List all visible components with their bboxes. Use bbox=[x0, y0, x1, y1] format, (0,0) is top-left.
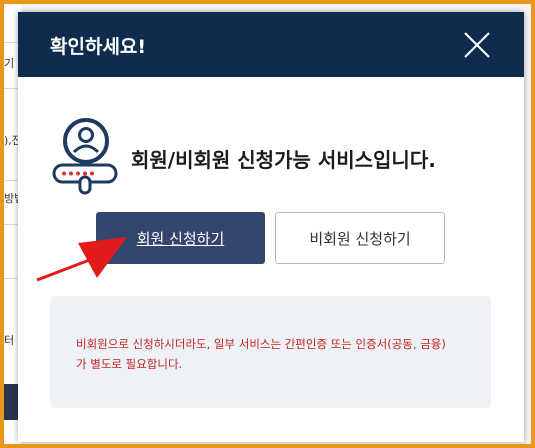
dialog-title: 확인하세요! bbox=[50, 36, 147, 58]
user-password-icon bbox=[52, 118, 118, 195]
close-button[interactable] bbox=[462, 30, 492, 60]
guest-apply-button[interactable]: 비회원 신청하기 bbox=[275, 212, 445, 264]
dialog-header: 확인하세요! bbox=[18, 12, 524, 77]
notice-box: 비회원으로 신청하시더라도, 일부 서비스는 간편인증 또는 인증서(공동, 금… bbox=[50, 296, 491, 408]
member-apply-button[interactable]: 회원 신청하기 bbox=[96, 212, 265, 264]
background-text: 터 bbox=[4, 334, 15, 347]
notice-line: 비회원으로 신청하시더라도, 일부 서비스는 간편인증 또는 인증서(공동, 금… bbox=[76, 337, 446, 351]
confirm-dialog: 확인하세요! 회원/비회원 신청가능 서비스입니다. 회원 신청하기 비회원 신… bbox=[18, 12, 524, 442]
background-text: 기 bbox=[4, 57, 15, 70]
service-message: 회원/비회원 신청가능 서비스입니다. bbox=[131, 148, 436, 172]
close-icon bbox=[464, 32, 490, 58]
notice-line: 가 별도로 필요합니다. bbox=[76, 357, 183, 371]
notice-text: 비회원으로 신청하시더라도, 일부 서비스는 간편인증 또는 인증서(공동, 금… bbox=[76, 334, 476, 374]
